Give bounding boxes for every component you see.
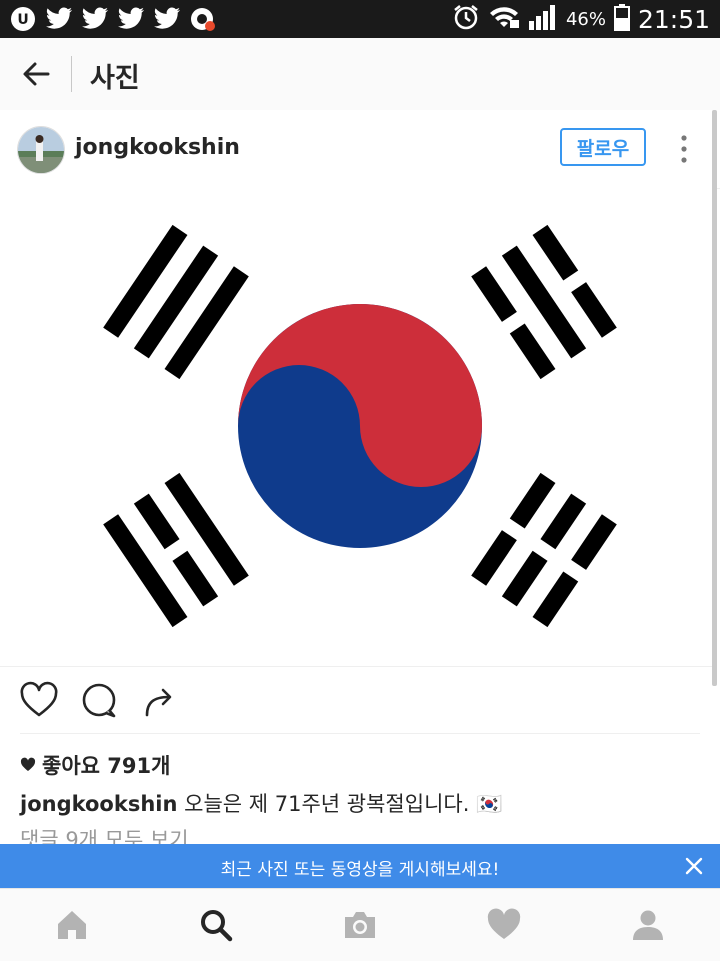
banner-text: 최근 사진 또는 동영상을 게시해보세요! xyxy=(220,860,500,880)
share-arrow-icon xyxy=(145,688,172,717)
twitter-icon xyxy=(44,4,74,34)
app-header: 사진 xyxy=(0,38,720,111)
likes-count[interactable]: 좋아요 791개 xyxy=(20,750,170,780)
status-bar: U 46% 21:51 xyxy=(0,0,720,38)
more-vertical-icon xyxy=(681,135,687,163)
header-divider xyxy=(71,56,72,92)
nav-search[interactable] xyxy=(196,905,236,945)
uplus-icon: U xyxy=(8,4,38,34)
bottom-nav xyxy=(0,888,720,961)
page-title: 사진 xyxy=(90,63,140,94)
notification-app-icon xyxy=(188,4,218,34)
avatar[interactable] xyxy=(17,126,65,174)
more-options-button[interactable] xyxy=(672,134,696,164)
taeguk-emblem xyxy=(238,304,482,548)
caption-username[interactable]: jongkookshin xyxy=(20,792,177,816)
status-right: 46% 21:51 xyxy=(452,0,710,38)
back-arrow-icon xyxy=(23,62,50,86)
camera-icon xyxy=(345,912,375,938)
actions-divider xyxy=(20,733,700,734)
battery-percent: 46% xyxy=(565,8,606,30)
nav-camera[interactable] xyxy=(340,905,380,945)
twitter-icon xyxy=(116,4,146,34)
nav-home[interactable] xyxy=(52,905,92,945)
home-icon xyxy=(58,911,86,939)
close-icon xyxy=(685,857,703,875)
banner-close-button[interactable] xyxy=(682,854,706,878)
like-button[interactable] xyxy=(19,681,59,721)
alarm-icon xyxy=(452,3,480,35)
battery-icon xyxy=(613,3,630,35)
search-icon xyxy=(201,910,233,942)
post-header: jongkookshin 팔로우 xyxy=(0,110,720,189)
post-username[interactable]: jongkookshin xyxy=(75,135,240,160)
caption-text: 오늘은 제 71주년 광복절입니다. 🇰🇷 xyxy=(184,792,503,816)
post-prompt-banner[interactable]: 최근 사진 또는 동영상을 게시해보세요! xyxy=(0,844,720,888)
post-image[interactable] xyxy=(0,188,712,667)
twitter-icon xyxy=(152,4,182,34)
heart-filled-icon xyxy=(20,757,36,771)
status-left-icons: U xyxy=(8,4,218,34)
heart-icon xyxy=(487,908,521,939)
svg-text:U: U xyxy=(17,12,28,28)
clock: 21:51 xyxy=(637,4,710,34)
profile-icon xyxy=(633,910,663,940)
wifi-icon xyxy=(488,4,520,34)
signal-icon xyxy=(528,3,558,35)
nav-activity[interactable] xyxy=(484,905,524,945)
follow-button[interactable]: 팔로우 xyxy=(560,128,646,166)
comment-button[interactable] xyxy=(79,681,119,721)
share-button[interactable] xyxy=(139,681,179,721)
scrollbar[interactable] xyxy=(712,110,717,686)
post-caption: jongkookshin 오늘은 제 71주년 광복절입니다. 🇰🇷 xyxy=(20,788,502,818)
post-actions xyxy=(0,667,712,733)
twitter-icon xyxy=(80,4,110,34)
taegukgi-flag xyxy=(0,188,712,666)
likes-label: 좋아요 791개 xyxy=(42,754,171,778)
comment-bubble-icon xyxy=(82,683,116,718)
back-button[interactable] xyxy=(18,56,54,92)
nav-profile[interactable] xyxy=(628,905,668,945)
heart-outline-icon xyxy=(20,681,58,717)
